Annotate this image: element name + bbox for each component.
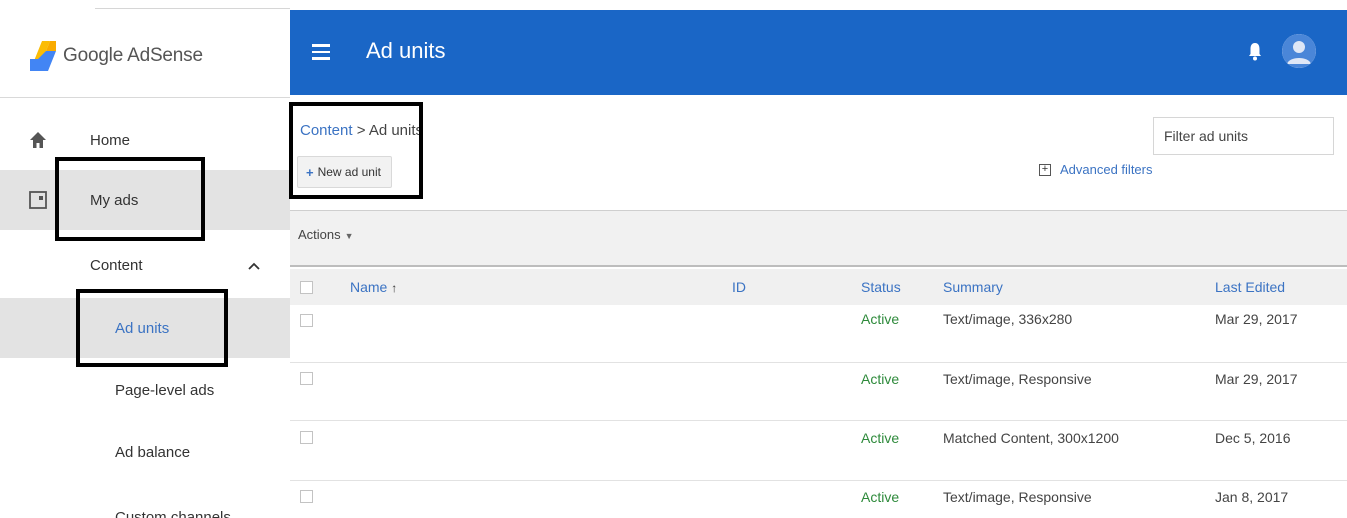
my-ads-icon (28, 190, 48, 210)
cell-status: Active (861, 489, 900, 505)
sidebar: Google AdSense Home My ads Content Ad un… (0, 0, 290, 518)
cell-last-edited: Mar 29, 2017 (1215, 371, 1298, 387)
cell-summary: Text/image, Responsive (943, 489, 1092, 505)
row-checkbox[interactable] (300, 490, 313, 503)
highlight-box-breadcrumb (289, 102, 423, 199)
home-icon (28, 130, 48, 150)
sidebar-item-label: Home (90, 131, 131, 149)
table-row[interactable]: Active Text/image, Responsive Mar 29, 20… (290, 363, 1347, 421)
table-row[interactable]: Active Text/image, Responsive Jan 8, 201… (290, 481, 1347, 518)
sidebar-item-home[interactable]: Home (0, 118, 290, 162)
select-all-checkbox[interactable] (300, 281, 313, 294)
actions-dropdown[interactable]: Actions ▼ (298, 227, 354, 242)
brand[interactable]: Google AdSense (28, 38, 203, 74)
cell-summary: Text/image, 336x280 (943, 311, 1073, 327)
menu-icon[interactable] (312, 44, 330, 60)
table-row[interactable]: Active Matched Content, 300x1200 Dec 5, … (290, 421, 1347, 481)
adsense-logo-icon (30, 41, 56, 71)
sidebar-item-label: Custom channels (115, 508, 231, 518)
column-header-name[interactable]: Name ↑ (350, 279, 397, 295)
cell-summary: Text/image, Responsive (943, 371, 1092, 387)
sidebar-item-ad-balance[interactable]: Ad balance (0, 430, 290, 474)
advanced-filters-icon: + (1039, 163, 1051, 176)
sort-up-icon: ↑ (391, 281, 398, 295)
filter-ad-units-input[interactable] (1153, 117, 1334, 155)
avatar-icon (1282, 34, 1316, 68)
sidebar-item-label: Ad balance (115, 443, 191, 461)
brand-name: Google AdSense (63, 45, 203, 66)
column-header-status[interactable]: Status (861, 279, 901, 295)
page-title: Ad units (366, 38, 446, 63)
highlight-box-my-ads (55, 157, 205, 241)
advanced-filters-link[interactable]: + Advanced filters (1039, 162, 1153, 177)
cell-status: Active (861, 311, 900, 327)
bell-icon[interactable] (1248, 40, 1262, 64)
table-row[interactable]: Active Text/image, 336x280 Mar 29, 2017 (290, 305, 1347, 363)
cell-status: Active (861, 430, 900, 446)
row-checkbox[interactable] (300, 372, 313, 385)
avatar[interactable] (1282, 34, 1316, 68)
column-header-last-edited[interactable]: Last Edited (1215, 279, 1285, 295)
cell-status: Active (861, 371, 900, 387)
sidebar-item-label: Page-level ads (115, 381, 215, 399)
column-header-summary[interactable]: Summary (943, 279, 1003, 295)
sidebar-item-content[interactable]: Content (0, 240, 290, 290)
highlight-box-ad-units (76, 289, 228, 367)
row-checkbox[interactable] (300, 314, 313, 327)
advanced-filters-label: Advanced filters (1060, 162, 1153, 177)
actions-toolbar: Actions ▼ (290, 210, 1347, 267)
cell-last-edited: Dec 5, 2016 (1215, 430, 1291, 446)
chevron-up-icon[interactable] (248, 257, 260, 273)
table-header: Name ↑ ID Status Summary Last Edited (290, 269, 1347, 305)
cell-summary: Matched Content, 300x1200 (943, 430, 1119, 446)
top-app-bar: Ad units (290, 10, 1347, 95)
actions-label: Actions (298, 227, 341, 242)
cell-last-edited: Mar 29, 2017 (1215, 311, 1298, 327)
sidebar-item-page-level-ads[interactable]: Page-level ads (0, 368, 290, 412)
sidebar-item-custom-channels[interactable]: Custom channels (0, 497, 290, 518)
cell-last-edited: Jan 8, 2017 (1215, 489, 1289, 505)
sidebar-top-divider (95, 8, 290, 9)
caret-down-icon: ▼ (344, 231, 354, 241)
sidebar-item-label: Content (90, 256, 143, 274)
row-checkbox[interactable] (300, 431, 313, 444)
column-header-id[interactable]: ID (732, 279, 746, 295)
sidebar-divider (0, 97, 290, 98)
